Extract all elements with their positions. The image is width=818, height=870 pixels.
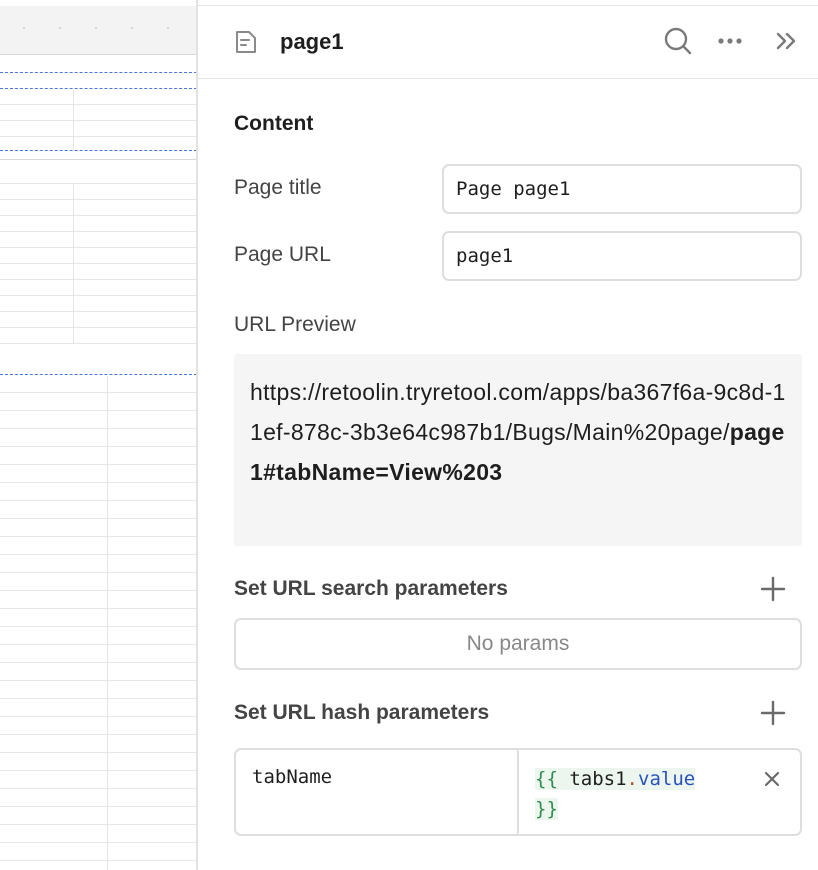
selection-guide [0,72,197,73]
grid-line [0,136,197,137]
url-preview-prefix: https://retoolin.tryretool.com/apps/ba36… [250,379,786,445]
selection-guide [0,88,197,89]
template-object: tabs1 [569,768,627,790]
grid-line [0,680,197,681]
editor-canvas[interactable] [0,0,197,870]
grid-line [0,247,197,248]
page-url-input[interactable]: page1 [442,231,802,281]
grid-line [0,410,197,411]
grid-line [0,716,197,717]
grid-line [0,159,197,160]
grid-line [0,295,197,296]
hash-param-key-input[interactable]: tabName [236,750,519,834]
template-property: value [638,768,696,790]
grid-line [0,343,197,344]
panel-top-strip [198,0,818,6]
grid-line [0,842,197,843]
more-icon[interactable] [714,25,746,57]
grid-line [0,860,197,861]
hash-param-value-input[interactable]: {{ tabs1.value }} [519,750,800,834]
page-title-input[interactable]: Page page1 [442,164,802,214]
content-section-title: Content [234,112,314,135]
add-hash-param-icon[interactable] [758,698,788,728]
grid-line [0,279,197,280]
grid-line [0,311,197,312]
grid-line [0,698,197,699]
url-preview: https://retoolin.tryretool.com/apps/ba36… [234,354,802,546]
grid-line [0,806,197,807]
grid-column-line [73,183,74,343]
grid-line [0,392,197,393]
grid-line [0,608,197,609]
page-url-label: Page URL [234,243,331,266]
grid-line [0,120,197,121]
grid-line [0,464,197,465]
hash-params-title: Set URL hash parameters [234,701,490,724]
grid-line [0,518,197,519]
search-params-title: Set URL search parameters [234,577,508,600]
grid-line [0,500,197,501]
grid-line [0,626,197,627]
grid-line [0,752,197,753]
grid-line [0,554,197,555]
hash-param-row: tabName {{ tabs1.value }} [234,748,802,836]
inspector-header: page1 [198,7,818,79]
grid-line [0,327,197,328]
template-open-brace: {{ [535,768,558,790]
inspector-panel: page1 Content Page title Page page1 Page… [198,0,818,870]
close-icon[interactable] [762,768,782,788]
grid-line [0,788,197,789]
grid-line [0,199,197,200]
grid-line [0,662,197,663]
grid-line [0,590,197,591]
grid-line [0,104,197,105]
grid-line [0,215,197,216]
url-preview-label: URL Preview [234,313,356,336]
grid-column-line [107,376,108,870]
grid-line [0,572,197,573]
grid-line [0,824,197,825]
selection-guide [0,150,197,151]
grid-line [0,231,197,232]
add-search-param-icon[interactable] [758,574,788,604]
template-dot: . [626,768,638,790]
selection-guide [0,374,197,375]
page-icon [232,28,260,56]
grid-line [0,428,197,429]
grid-line [0,734,197,735]
grid-line [0,446,197,447]
search-icon[interactable] [662,25,694,57]
grid-line [0,263,197,264]
page-title-label: Page title [234,176,322,199]
grid-line [0,482,197,483]
template-close-brace: }} [535,798,558,820]
grid-column-line [73,90,74,150]
search-params-empty: No params [234,618,802,670]
canvas-grid-header [0,6,197,54]
grid-line [0,54,197,55]
grid-line [0,644,197,645]
grid-line [0,536,197,537]
double-chevron-right-icon[interactable] [770,25,802,57]
grid-line [0,183,197,184]
grid-line [0,770,197,771]
page-name-title[interactable]: page1 [280,29,344,55]
